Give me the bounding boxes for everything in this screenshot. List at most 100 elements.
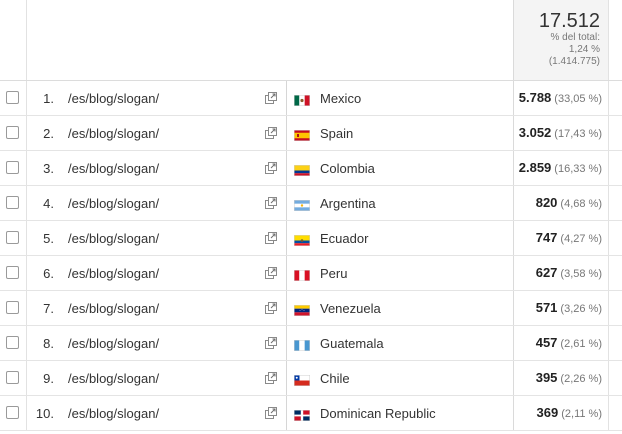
metric-percent: (33,05 %) [554,93,602,105]
metric-percent: (3,58 %) [560,268,602,280]
page-path-link[interactable]: /es/blog/slogan/ [68,266,159,281]
metric-percent-label: % del total: [550,32,600,43]
metric-percent: (17,43 %) [554,128,602,140]
row-checkbox[interactable] [6,301,19,314]
country-link[interactable]: Venezuela [320,301,381,316]
flag-guatemala-icon [294,338,310,351]
open-in-new-window-icon[interactable] [264,196,278,210]
metric-header: 17.512 % del total: 1,24 % (1.414.775) [513,0,609,80]
table-row: 2. /es/blog/slogan/ Spain 3.052 (17,43 %) [0,116,622,151]
country-link[interactable]: Mexico [320,91,361,106]
table-row: 7. /es/blog/slogan/ Venezuela 571 (3,26 %… [0,291,622,326]
open-in-new-window-icon[interactable] [264,336,278,350]
row-checkbox[interactable] [6,406,19,419]
country-link[interactable]: Spain [320,126,353,141]
country-cell: Venezuela [286,291,514,325]
metric-cell: 5.788 (33,05 %) [513,81,609,115]
row-index: 5. [43,231,54,246]
country-cell: Spain [286,116,514,150]
open-in-new-window-icon[interactable] [264,91,278,105]
page-path-link[interactable]: /es/blog/slogan/ [68,336,159,351]
country-cell: Argentina [286,186,514,220]
country-link[interactable]: Guatemala [320,336,384,351]
row-checkbox-cell [0,186,27,220]
row-index: 10. [35,406,54,421]
flag-dominican-republic-icon [294,408,310,421]
metric-cell: 457 (2,61 %) [513,326,609,360]
header-checkbox-column [0,0,27,80]
table-row: 8. /es/blog/slogan/ Guatemala 457 (2,61 %… [0,326,622,361]
table-row: 10. /es/blog/slogan/ Dominican Republic … [0,396,622,431]
row-checkbox[interactable] [6,126,19,139]
metric-value: 5.788 [518,90,552,105]
metric-value: 2.859 [518,160,552,175]
country-link[interactable]: Peru [320,266,347,281]
metric-cell: 369 (2,11 %) [513,396,609,430]
row-checkbox[interactable] [6,266,19,279]
page-path-link[interactable]: /es/blog/slogan/ [68,301,159,316]
metric-cell: 395 (2,26 %) [513,361,609,395]
flag-peru-icon [294,268,310,281]
flag-chile-icon [294,373,310,386]
row-checkbox-cell [0,151,27,185]
open-in-new-window-icon[interactable] [264,231,278,245]
flag-argentina-icon [294,198,310,211]
page-path-link[interactable]: /es/blog/slogan/ [68,406,159,421]
row-checkbox[interactable] [6,91,19,104]
table-header: 17.512 % del total: 1,24 % (1.414.775) [0,0,622,81]
open-in-new-window-icon[interactable] [264,371,278,385]
row-checkbox-cell [0,361,27,395]
row-checkbox-cell [0,291,27,325]
row-index: 8. [43,336,54,351]
row-checkbox[interactable] [6,336,19,349]
flag-mexico-icon [294,93,310,106]
metric-value: 820 [535,195,558,210]
row-checkbox[interactable] [6,231,19,244]
open-in-new-window-icon[interactable] [264,301,278,315]
flag-colombia-icon [294,163,310,176]
country-cell: Mexico [286,81,514,115]
metric-percent: (16,33 %) [554,163,602,175]
row-checkbox[interactable] [6,371,19,384]
row-checkbox[interactable] [6,161,19,174]
country-cell: Guatemala [286,326,514,360]
metric-percent-value: 1,24 % [568,44,600,55]
flag-venezuela-icon [294,303,310,316]
row-index: 6. [43,266,54,281]
table-row: 5. /es/blog/slogan/ Ecuador 747 (4,27 %) [0,221,622,256]
country-link[interactable]: Chile [320,371,350,386]
row-checkbox-cell [0,81,27,115]
open-in-new-window-icon[interactable] [264,406,278,420]
metric-percent: (2,61 %) [560,338,602,350]
country-cell: Chile [286,361,514,395]
metric-cell: 820 (4,68 %) [513,186,609,220]
metric-percent: (2,11 %) [561,408,602,420]
table-row: 4. /es/blog/slogan/ Argentina 820 (4,68 %… [0,186,622,221]
flag-spain-icon [294,128,310,141]
page-path-link[interactable]: /es/blog/slogan/ [68,91,159,106]
table-row: 6. /es/blog/slogan/ Peru 627 (3,58 %) [0,256,622,291]
country-link[interactable]: Dominican Republic [320,406,436,421]
open-in-new-window-icon[interactable] [264,266,278,280]
country-cell: Peru [286,256,514,290]
page-path-link[interactable]: /es/blog/slogan/ [68,196,159,211]
page-path-link[interactable]: /es/blog/slogan/ [68,231,159,246]
country-cell: Dominican Republic [286,396,514,430]
metric-percent: (4,68 %) [560,198,602,210]
page-path-link[interactable]: /es/blog/slogan/ [68,161,159,176]
open-in-new-window-icon[interactable] [264,126,278,140]
row-checkbox[interactable] [6,196,19,209]
metric-value: 457 [535,335,558,350]
metric-percent: (2,26 %) [560,373,602,385]
flag-ecuador-icon [294,233,310,246]
page-path-link[interactable]: /es/blog/slogan/ [68,126,159,141]
metric-cell: 2.859 (16,33 %) [513,151,609,185]
open-in-new-window-icon[interactable] [264,161,278,175]
country-link[interactable]: Colombia [320,161,375,176]
row-index: 1. [43,91,54,106]
country-link[interactable]: Ecuador [320,231,368,246]
metric-percent: (4,27 %) [560,233,602,245]
page-path-link[interactable]: /es/blog/slogan/ [68,371,159,386]
metric-value: 395 [535,370,558,385]
country-link[interactable]: Argentina [320,196,376,211]
